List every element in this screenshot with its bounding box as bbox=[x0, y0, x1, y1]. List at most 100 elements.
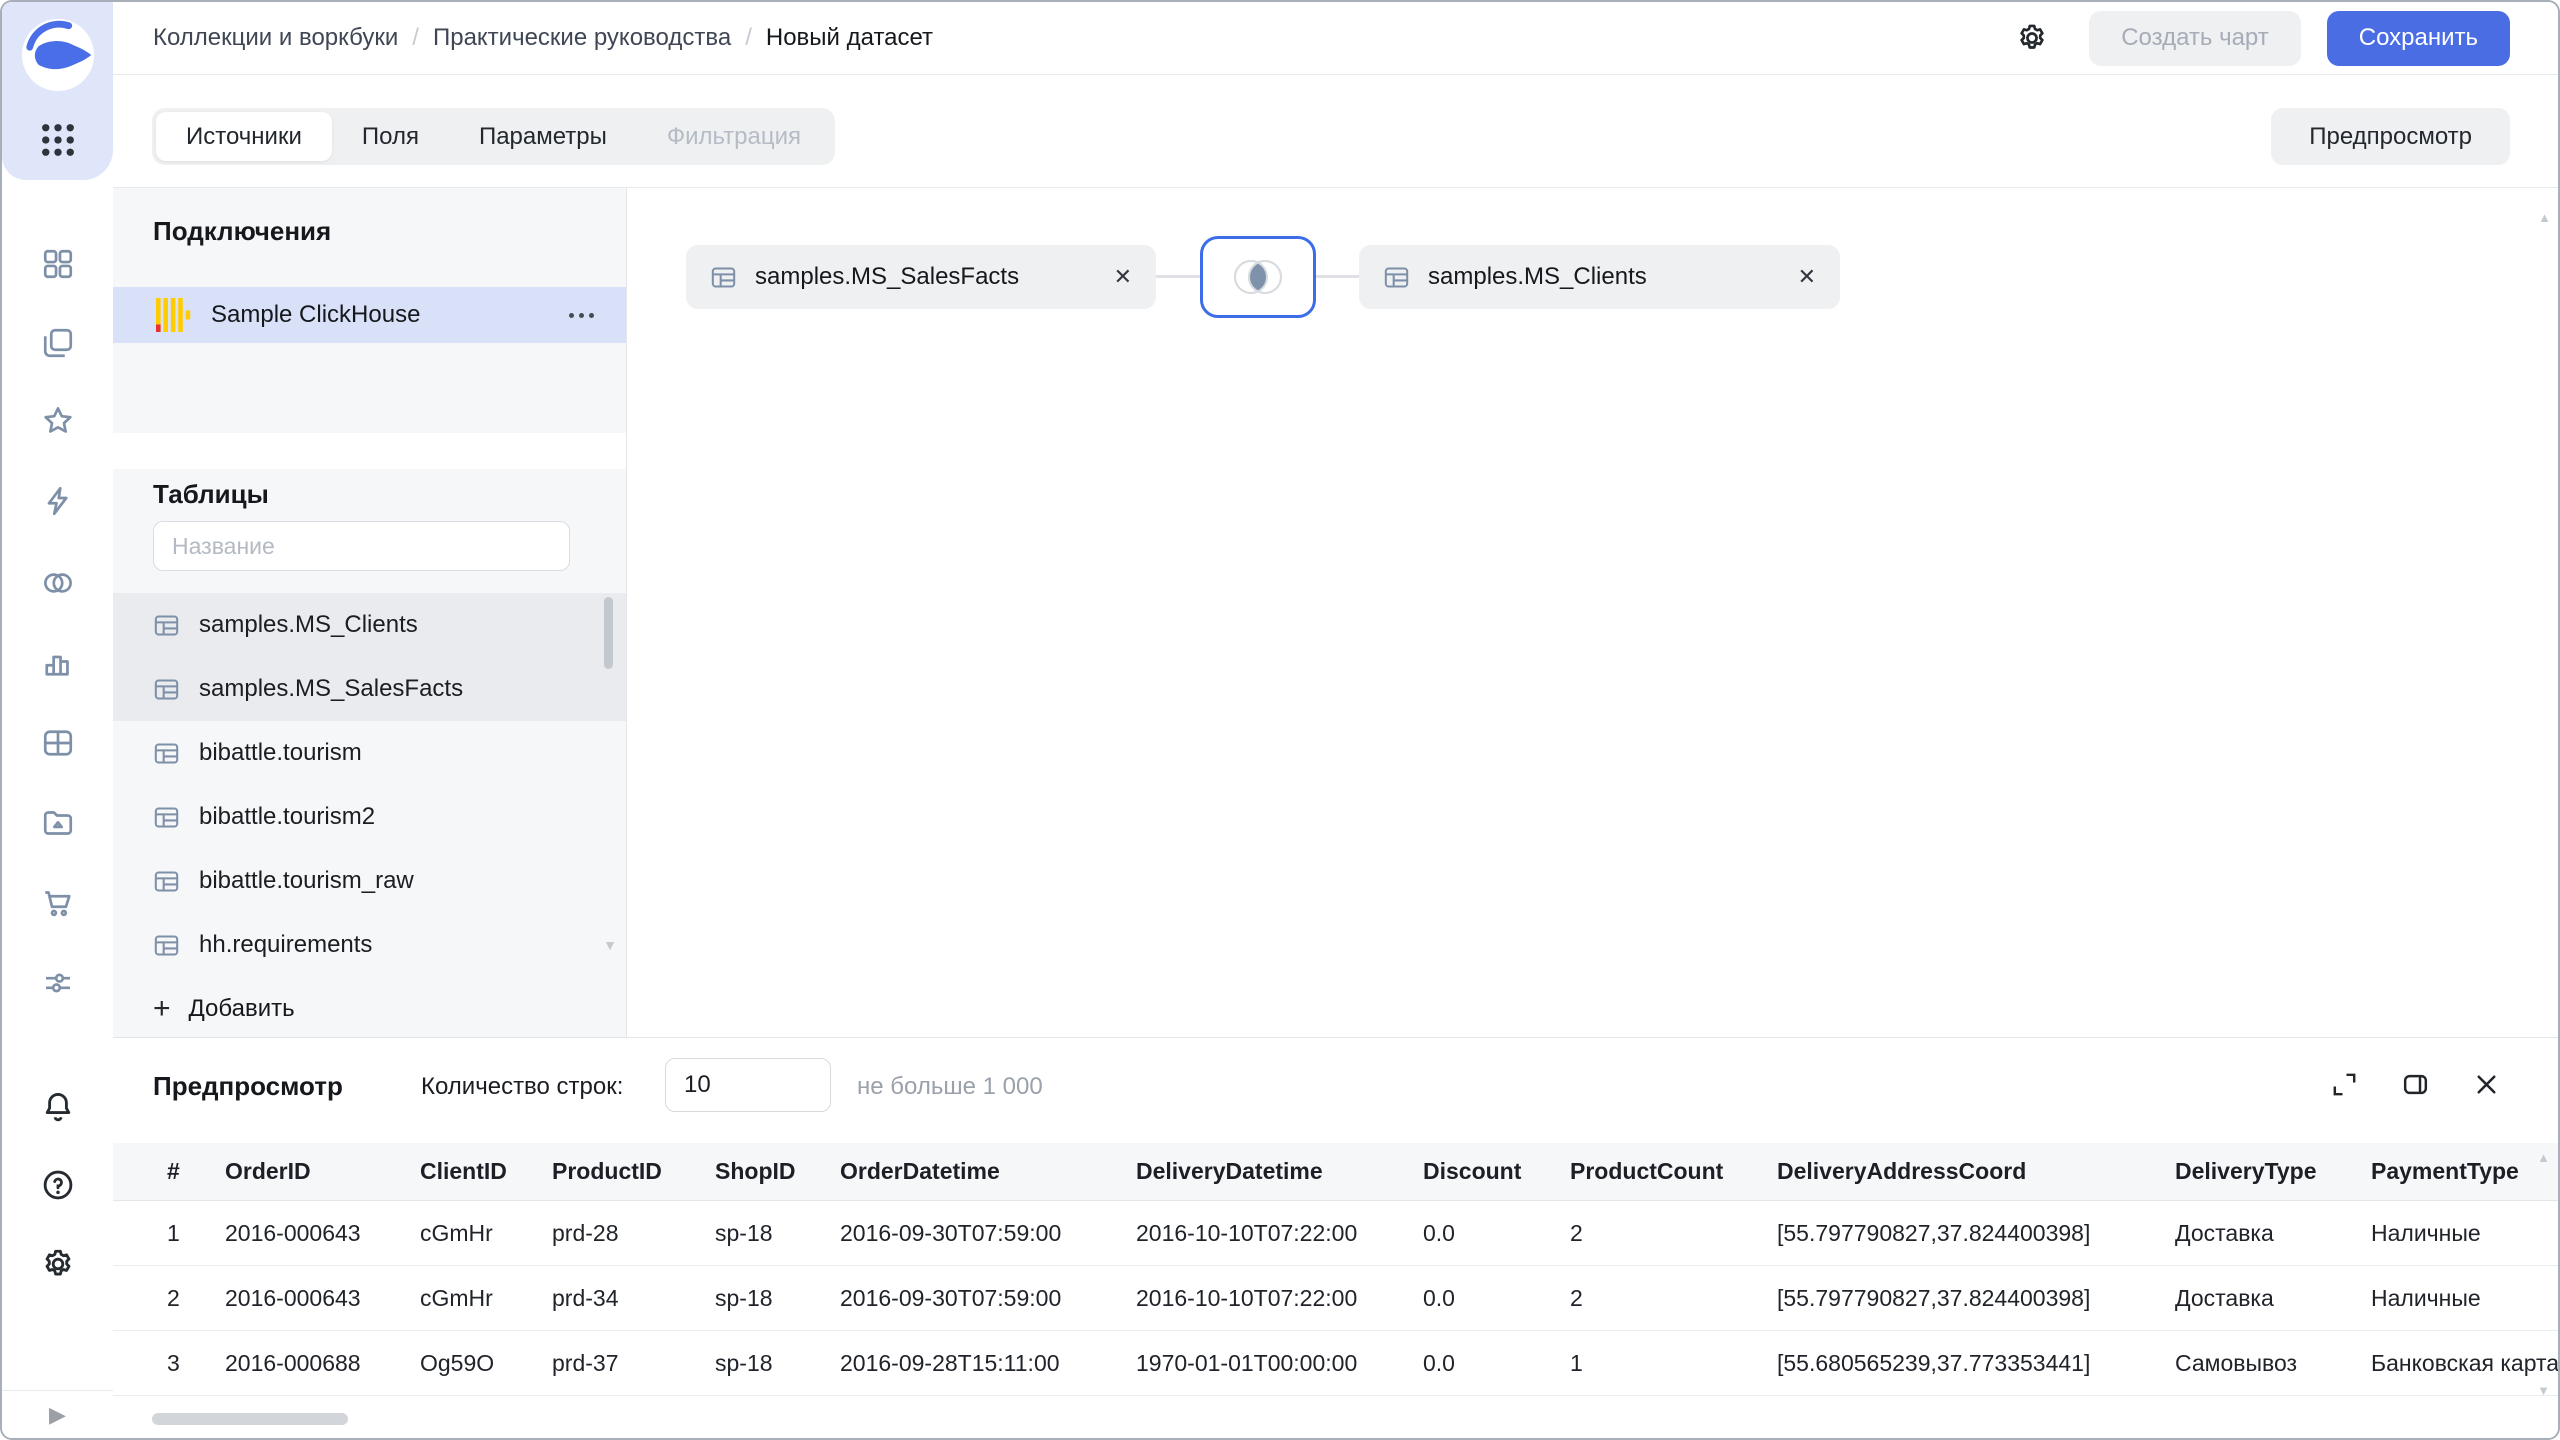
table-search-input[interactable] bbox=[153, 521, 570, 571]
table-list-item[interactable]: samples.MS_SalesFacts bbox=[113, 657, 626, 721]
table-cell: 2016-09-30T07:59:00 bbox=[840, 1219, 1062, 1246]
nav-dashboards-icon[interactable] bbox=[40, 725, 76, 761]
app-window: ▶ Коллекции и воркбуки / Практические ру… bbox=[0, 0, 2560, 1440]
table-list-item[interactable]: bibattle.tourism_raw bbox=[113, 849, 626, 913]
table-cell: 0.0 bbox=[1423, 1349, 1455, 1376]
join-type-button[interactable] bbox=[1200, 236, 1316, 318]
nav-services-icon[interactable] bbox=[40, 965, 76, 1001]
table-cell: Доставка bbox=[2175, 1284, 2274, 1311]
help-icon[interactable] bbox=[40, 1167, 76, 1203]
table-list-item[interactable]: bibattle.tourism2 bbox=[113, 785, 626, 849]
preview-scroll-up-icon[interactable]: ▲ bbox=[2537, 1150, 2550, 1165]
table-cell: 0.0 bbox=[1423, 1219, 1455, 1246]
tables-scrollbar-thumb[interactable] bbox=[604, 597, 613, 669]
canvas-scroll-up-icon[interactable]: ▲ bbox=[2538, 210, 2551, 225]
nav-marketplace-icon[interactable] bbox=[40, 885, 76, 921]
preview-scroll-down-icon[interactable]: ▼ bbox=[2537, 1383, 2550, 1398]
table-cell: sp-18 bbox=[715, 1349, 773, 1376]
table-cell: [55.797790827,37.824400398] bbox=[1777, 1219, 2091, 1246]
add-table-label: Добавить bbox=[188, 995, 295, 1022]
tables-section: Таблицы samples.MS_Clients samples.MS_Sa… bbox=[113, 469, 626, 1037]
table-cell: sp-18 bbox=[715, 1219, 773, 1246]
table-cell: cGmHr bbox=[420, 1284, 493, 1311]
dataset-settings-gear-icon[interactable] bbox=[2015, 21, 2049, 55]
table-cell: Самовывоз bbox=[2175, 1349, 2298, 1376]
create-chart-button[interactable]: Создать чарт bbox=[2089, 10, 2301, 66]
table-cell: 2 bbox=[167, 1284, 180, 1311]
nav-favorites-icon[interactable] bbox=[40, 403, 76, 439]
column-header: DeliveryDatetime bbox=[1136, 1158, 1323, 1184]
breadcrumb: Коллекции и воркбуки / Практические руко… bbox=[153, 24, 933, 52]
preview-title: Предпросмотр bbox=[153, 1071, 343, 1101]
expand-rail-icon[interactable]: ▶ bbox=[2, 1392, 113, 1438]
breadcrumb-collections[interactable]: Коллекции и воркбуки bbox=[153, 24, 398, 52]
remove-source-icon[interactable]: ✕ bbox=[1094, 264, 1132, 290]
connection-item-sample-clickhouse[interactable]: Sample ClickHouse bbox=[113, 287, 626, 343]
row-count-input[interactable] bbox=[665, 1058, 831, 1112]
table-name: samples.MS_SalesFacts bbox=[199, 675, 464, 702]
table-cell: 2016-09-30T07:59:00 bbox=[840, 1284, 1062, 1311]
column-header: ClientID bbox=[420, 1158, 507, 1184]
table-icon bbox=[1384, 266, 1409, 288]
table-cell: 1970-01-01T00:00:00 bbox=[1136, 1349, 1358, 1376]
column-header: ProductCount bbox=[1570, 1158, 1724, 1184]
maximize-preview-icon[interactable] bbox=[2329, 1069, 2360, 1100]
remove-source-icon[interactable]: ✕ bbox=[1778, 264, 1816, 290]
table-cell: 2016-000643 bbox=[225, 1284, 361, 1311]
nav-gallery-icon[interactable] bbox=[40, 805, 76, 841]
close-preview-icon[interactable] bbox=[2471, 1069, 2502, 1100]
source-node-label: samples.MS_SalesFacts bbox=[755, 263, 1020, 290]
source-node-clients[interactable]: samples.MS_Clients ✕ bbox=[1359, 245, 1840, 309]
table-list-item[interactable]: hh.requirements bbox=[113, 913, 626, 977]
table-cell: [55.797790827,37.824400398] bbox=[1777, 1284, 2091, 1311]
rail-divider bbox=[2, 1390, 113, 1391]
table-list-item[interactable]: bibattle.tourism bbox=[113, 721, 626, 785]
column-header: PaymentType bbox=[2371, 1158, 2519, 1184]
connection-more-icon[interactable] bbox=[567, 307, 596, 324]
tab-parameters[interactable]: Параметры bbox=[449, 112, 637, 161]
tab-fields[interactable]: Поля bbox=[332, 112, 449, 161]
breadcrumb-guides[interactable]: Практические руководства bbox=[433, 24, 731, 52]
save-button[interactable]: Сохранить bbox=[2326, 10, 2510, 66]
tables-scroll-down-icon[interactable]: ▼ bbox=[603, 937, 617, 953]
tab-sources[interactable]: Источники bbox=[156, 112, 332, 161]
table-name: bibattle.tourism bbox=[199, 739, 362, 766]
join-edge bbox=[1156, 275, 1200, 278]
nav-connections-icon[interactable] bbox=[40, 483, 76, 519]
table-cell: 2016-10-10T07:22:00 bbox=[1136, 1284, 1358, 1311]
column-header: DeliveryAddressCoord bbox=[1777, 1158, 2027, 1184]
table-icon bbox=[154, 614, 179, 636]
column-header: OrderDatetime bbox=[840, 1158, 1000, 1184]
split-view-icon[interactable] bbox=[2400, 1069, 2431, 1100]
table-icon bbox=[154, 870, 179, 892]
table-cell: Og59O bbox=[420, 1349, 495, 1376]
topbar-actions: Создать чарт Сохранить bbox=[2015, 10, 2510, 66]
table-cell: 2016-000643 bbox=[225, 1219, 361, 1246]
table-row: 1 2016-000643 cGmHr prd-28 sp-18 2016-09-30T0… bbox=[113, 1201, 2558, 1266]
preview-toggle-button[interactable]: Предпросмотр bbox=[2271, 108, 2510, 165]
preview-table: # OrderID ClientID ProductID ShopID OrderDate… bbox=[113, 1143, 2558, 1396]
datalens-logo-icon[interactable] bbox=[19, 16, 97, 94]
nav-datasets-icon[interactable] bbox=[40, 565, 76, 601]
apps-menu-icon[interactable] bbox=[37, 119, 79, 161]
table-name: bibattle.tourism_raw bbox=[199, 867, 414, 894]
settings-gear-icon[interactable] bbox=[40, 1246, 76, 1282]
table-cell: Банковская карта bbox=[2371, 1349, 2558, 1376]
table-cell: sp-18 bbox=[715, 1284, 773, 1311]
row-count-hint: не больше 1 000 bbox=[857, 1073, 1043, 1100]
preview-hscroll-thumb[interactable] bbox=[152, 1413, 348, 1425]
dataset-tab-row: Источники Поля Параметры Фильтрация Пред… bbox=[113, 75, 2558, 187]
source-node-salesfacts[interactable]: samples.MS_SalesFacts ✕ bbox=[686, 245, 1156, 309]
nav-charts-icon[interactable] bbox=[40, 645, 76, 681]
preview-header: Предпросмотр Количество строк: не больше… bbox=[113, 1038, 2558, 1143]
connections-section: Подключения Sample ClickHouse bbox=[113, 188, 626, 433]
breadcrumb-separator: / bbox=[412, 24, 419, 51]
table-cell: 2016-10-10T07:22:00 bbox=[1136, 1219, 1358, 1246]
table-list-item[interactable]: samples.MS_Clients bbox=[113, 593, 626, 657]
add-table-button[interactable]: + Добавить bbox=[153, 985, 295, 1033]
nav-collections-icon[interactable] bbox=[40, 246, 76, 282]
join-canvas[interactable]: samples.MS_SalesFacts ✕ samples.MS_Clien… bbox=[628, 188, 2558, 1037]
notifications-bell-icon[interactable] bbox=[40, 1089, 76, 1125]
nav-workbooks-icon[interactable] bbox=[40, 325, 76, 361]
tab-filtering[interactable]: Фильтрация bbox=[637, 112, 831, 161]
